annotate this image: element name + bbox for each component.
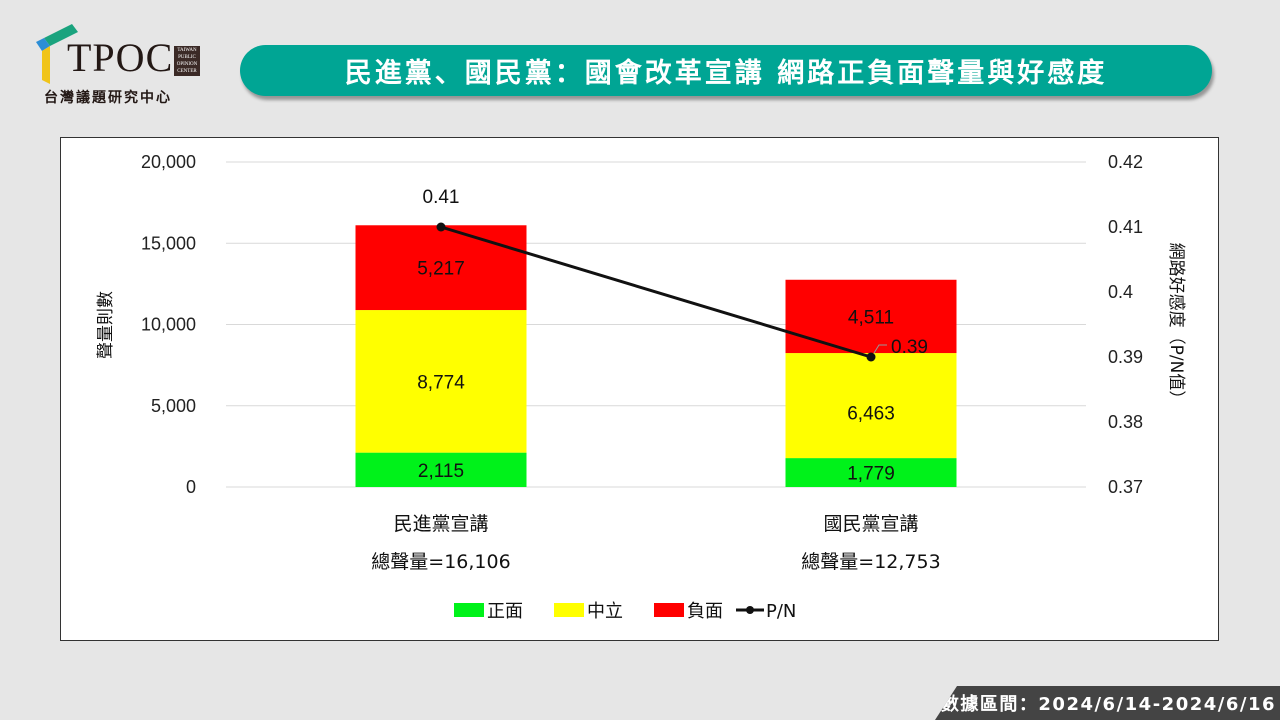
category-total-label: 總聲量=12,753 [801, 551, 940, 573]
pn-point [436, 222, 446, 232]
logo-subtitle: 台灣議題研究中心 [44, 90, 172, 106]
category-label: 國民黨宣講 [823, 513, 918, 535]
legend-item: P/N [736, 601, 796, 622]
legend-label: 中立 [587, 601, 623, 622]
y-tick-label: 5,000 [151, 396, 196, 416]
chart-frame: 2,115 8,774 5,217 1,779 6,463 4,511 0.41 0.39 … [60, 137, 1219, 641]
gridlines [226, 161, 1086, 488]
logo-line: OPINION [176, 62, 198, 67]
tpoc-logo: TPOC TAIWAN PUBLIC OPINION CENTER 台灣議題研究… [30, 24, 220, 106]
bar-data-label: 1,779 [847, 464, 895, 485]
legend-marker [746, 606, 754, 614]
bar-data-label: 8,774 [417, 372, 465, 393]
stacked-bar-line-chart: 2,1158,7745,2171,7796,4634,511 0.410.39 … [96, 152, 1186, 622]
y-tick-label: 10,000 [141, 315, 196, 335]
logo-line: TAIWAN [177, 48, 197, 53]
bar-data-label: 4,511 [848, 307, 894, 328]
y2-tick-label: 0.39 [1108, 347, 1143, 367]
y-tick-label: 0 [186, 477, 196, 497]
date-range-footer: 數據區間：2024/6/14-2024/6/16 [935, 686, 1280, 720]
y2-tick-label: 0.38 [1108, 412, 1143, 432]
title-banner: 民進黨、國民黨：國會改革宣講 網路正負面聲量與好感度 [240, 45, 1212, 96]
pn-data-label: 0.41 [423, 187, 460, 208]
legend-item: 正面 [454, 601, 523, 622]
logo-line: PUBLIC [178, 55, 196, 60]
logo-small-text: TAIWAN PUBLIC OPINION CENTER [174, 46, 200, 76]
y2-tick-label: 0.42 [1108, 152, 1143, 172]
bar-data-label: 6,463 [847, 404, 895, 425]
legend-label: P/N [766, 601, 796, 622]
legend-item: 負面 [654, 601, 723, 622]
y-tick-label: 20,000 [141, 152, 196, 172]
axes: 0 5,000 10,000 15,000 20,000 0.37 0.38 0.39 0.4 0… [96, 152, 1186, 573]
legend-item: 中立 [554, 601, 623, 622]
legend-swatch [654, 603, 684, 617]
legend-label: 負面 [687, 601, 723, 622]
pn-data-label: 0.39 [891, 337, 928, 358]
legend-swatch [454, 603, 484, 617]
bar-data-label: 2,115 [418, 461, 464, 482]
legend-label: 正面 [487, 601, 523, 622]
logo-text: TPOC [67, 35, 174, 80]
category-label: 民進黨宣講 [393, 513, 488, 535]
page-title: 民進黨、國民黨：國會改革宣講 網路正負面聲量與好感度 [344, 58, 1108, 89]
bar-data-label: 5,217 [417, 259, 465, 280]
y-tick-label: 15,000 [141, 233, 196, 253]
category-total-label: 總聲量=16,106 [371, 551, 510, 573]
y2-tick-label: 0.4 [1108, 282, 1133, 302]
y-axis-title: 聲量則數 [96, 291, 116, 359]
logo-line: CENTER [177, 69, 197, 74]
legend-swatch [554, 603, 584, 617]
y2-tick-label: 0.41 [1108, 217, 1143, 237]
date-range-text: 數據區間：2024/6/14-2024/6/16 [940, 694, 1276, 715]
legend: 正面 中立 負面 P/N [454, 601, 796, 622]
y2-tick-label: 0.37 [1108, 477, 1143, 497]
y2-axis-title: 網路好感度（P/N值） [1166, 243, 1186, 408]
pn-point [866, 352, 876, 362]
